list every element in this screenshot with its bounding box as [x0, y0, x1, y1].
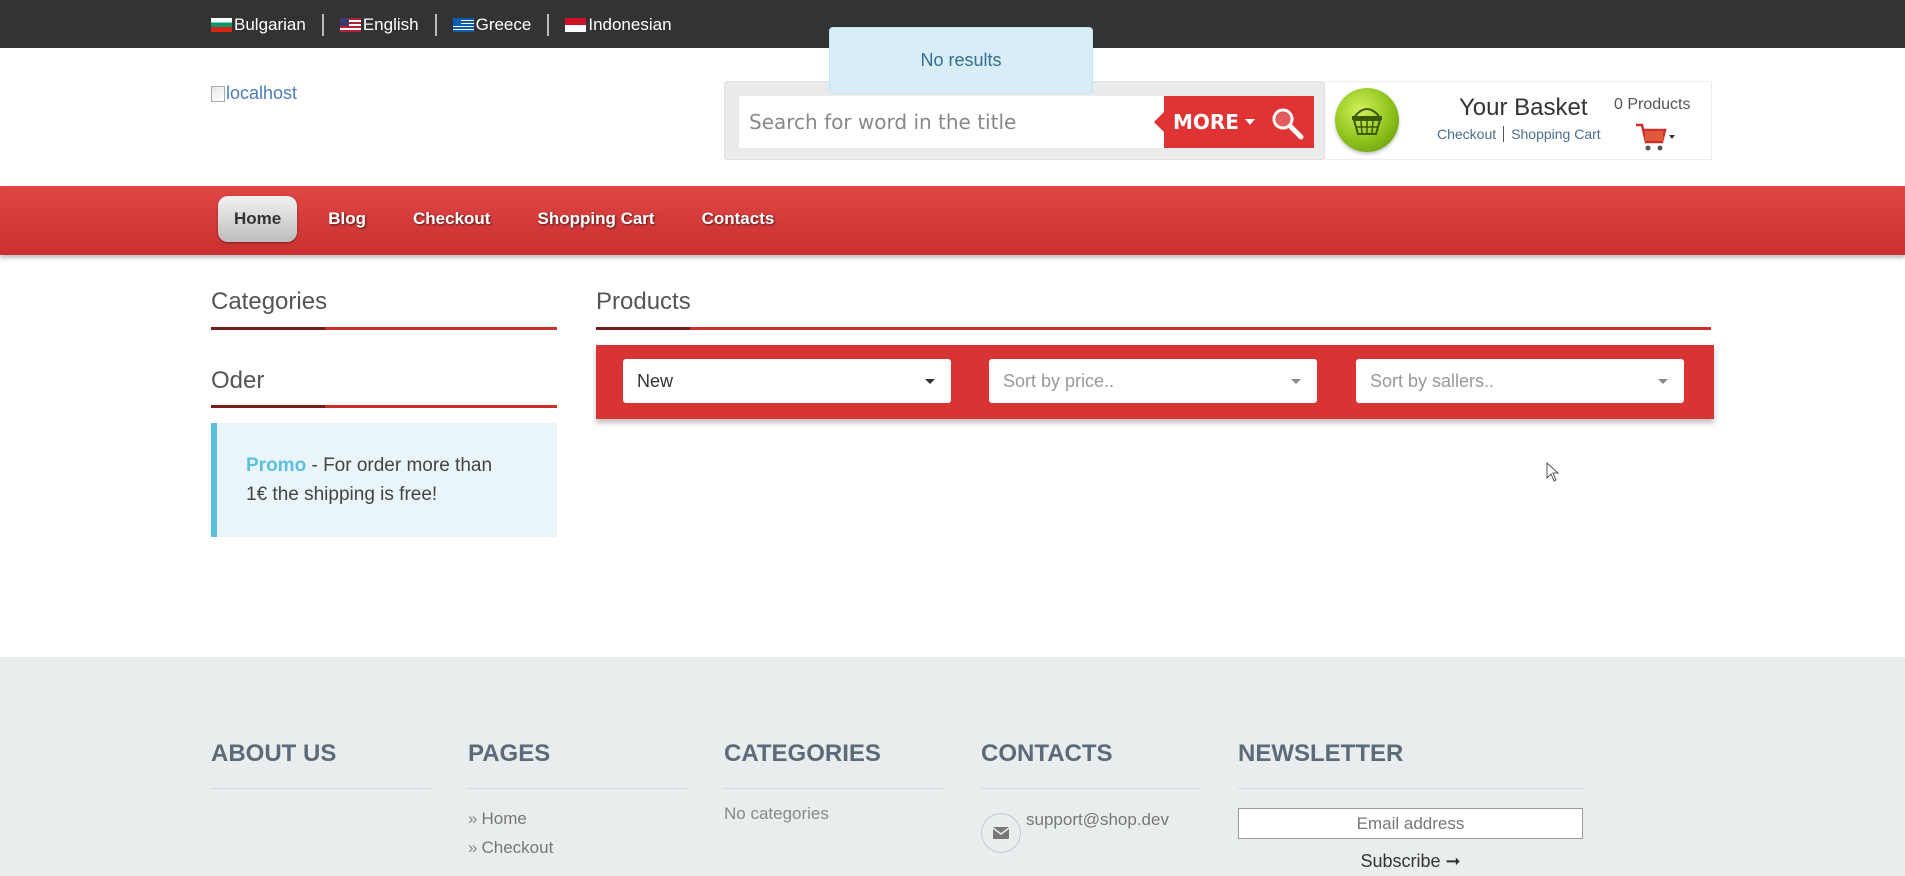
raquo-icon: » [468, 838, 478, 857]
footer-contacts-heading: CONTACTS [981, 740, 1113, 767]
bulgaria-flag-icon [211, 18, 232, 32]
footer-link-checkout[interactable]: » Checkout [468, 838, 687, 858]
promo-alert: Promo - For order more than 1€ the shipp… [211, 423, 557, 537]
shopping-cart-icon[interactable] [1634, 122, 1676, 154]
basket-icon[interactable] [1335, 88, 1399, 152]
site-logo[interactable]: localhost [211, 83, 297, 104]
basket-cart-link[interactable]: Shopping Cart [1511, 126, 1601, 142]
footer-link-label: Home [481, 809, 527, 828]
select-placeholder: Sort by sallers.. [1370, 371, 1495, 391]
broken-image-icon [211, 85, 225, 102]
contact-email-row: support@shop.dev [981, 807, 1200, 853]
footer-pages-column: PAGES » Home » Checkout [468, 740, 687, 858]
greece-flag-icon [452, 18, 474, 32]
footer-about-heading: ABOUT US [211, 740, 337, 767]
select-value: New [637, 371, 674, 391]
basket-links: Checkout Shopping Cart [1437, 126, 1601, 142]
basket-checkout-link[interactable]: Checkout [1437, 126, 1496, 142]
no-results-toast: No results [829, 27, 1093, 94]
language-bulgarian[interactable]: Bulgarian [211, 15, 306, 35]
footer-categories-column: CATEGORIES No categories [724, 740, 943, 824]
order-heading: Oder [211, 367, 265, 394]
footer-categories-heading: CATEGORIES [724, 740, 881, 767]
caret-down-icon [1658, 379, 1668, 384]
subscribe-button[interactable]: Subscribe ➞ [1238, 851, 1583, 872]
caret-down-icon [1244, 119, 1255, 125]
order-select[interactable]: New [623, 359, 951, 403]
language-divider [434, 14, 437, 36]
search-icon [1272, 108, 1304, 140]
search-input[interactable] [739, 96, 1164, 148]
footer-divider [724, 788, 943, 789]
nav-item-checkout[interactable]: Checkout [413, 196, 490, 242]
language-english[interactable]: English [339, 15, 419, 35]
search-more-button[interactable]: MORE [1154, 96, 1314, 148]
caret-down-icon [1291, 379, 1301, 384]
basket-product-count: 0 Products [1614, 96, 1691, 113]
caret-down-icon [925, 379, 935, 384]
nav-item-home[interactable]: Home [218, 196, 298, 242]
logo-alt-text: localhost [226, 83, 298, 103]
main-navbar: Home Blog Checkout Shopping Cart Contact… [0, 186, 1905, 255]
link-divider [1503, 126, 1505, 142]
site-footer: ABOUT US PAGES » Home » Checkout CATEGORIE… [0, 657, 1905, 876]
footer-divider [468, 788, 687, 789]
basket-title: Your Basket [1459, 94, 1588, 121]
heading-divider [211, 327, 557, 330]
sort-by-sellers-select[interactable]: Sort by sallers.. [1356, 359, 1684, 403]
nav-item-shopping-cart[interactable]: Shopping Cart [537, 196, 654, 242]
language-divider [547, 14, 550, 36]
footer-newsletter-column: NEWSLETTER Subscribe ➞ [1238, 740, 1584, 872]
newsletter-email-input[interactable] [1238, 808, 1583, 839]
promo-text: 1€ the shipping is free! [246, 484, 438, 505]
footer-link-home[interactable]: » Home [468, 809, 687, 829]
products-heading: Products [596, 288, 691, 315]
footer-divider [1238, 788, 1584, 789]
language-label: Greece [475, 15, 532, 34]
footer-divider [211, 788, 431, 789]
nav-item-contacts[interactable]: Contacts [702, 196, 775, 242]
promo-text: - For order more than [306, 455, 493, 476]
more-label: MORE [1173, 110, 1239, 134]
footer-link-label: Checkout [481, 838, 554, 857]
raquo-icon: » [468, 809, 478, 828]
footer-no-categories: No categories [724, 804, 829, 823]
sort-by-price-select[interactable]: Sort by price.. [989, 359, 1317, 403]
select-placeholder: Sort by price.. [1003, 371, 1115, 391]
language-greece[interactable]: Greece [452, 15, 532, 35]
language-list: Bulgarian English Greece Indonesian [211, 14, 672, 36]
nav-item-blog[interactable]: Blog [328, 196, 366, 242]
envelope-icon [981, 813, 1021, 853]
footer-divider [981, 788, 1200, 789]
language-divider [321, 14, 324, 36]
mouse-cursor-icon [1546, 462, 1560, 482]
language-label: Indonesian [588, 15, 672, 34]
language-label: English [362, 15, 419, 34]
footer-pages-heading: PAGES [468, 740, 551, 767]
language-indonesian[interactable]: Indonesian [565, 15, 672, 35]
indonesia-flag-icon [565, 18, 587, 32]
heading-divider [596, 327, 1711, 330]
footer-contacts-column: CONTACTS support@shop.dev [981, 740, 1200, 853]
language-label: Bulgarian [234, 15, 306, 34]
promo-label: Promo [246, 455, 307, 476]
footer-about-column: ABOUT US [211, 740, 431, 789]
nav-menu: Home Blog Checkout Shopping Cart Contact… [218, 196, 821, 242]
basket-widget: Your Basket Checkout Shopping Cart 0 Pro… [1325, 81, 1712, 160]
heading-divider [211, 405, 557, 408]
categories-heading: Categories [211, 288, 328, 315]
usa-flag-icon [339, 18, 361, 32]
footer-newsletter-heading: NEWSLETTER [1238, 740, 1404, 767]
product-filter-bar: New Sort by price.. Sort by sallers.. [596, 345, 1714, 419]
contact-email[interactable]: support@shop.dev [1026, 810, 1169, 830]
